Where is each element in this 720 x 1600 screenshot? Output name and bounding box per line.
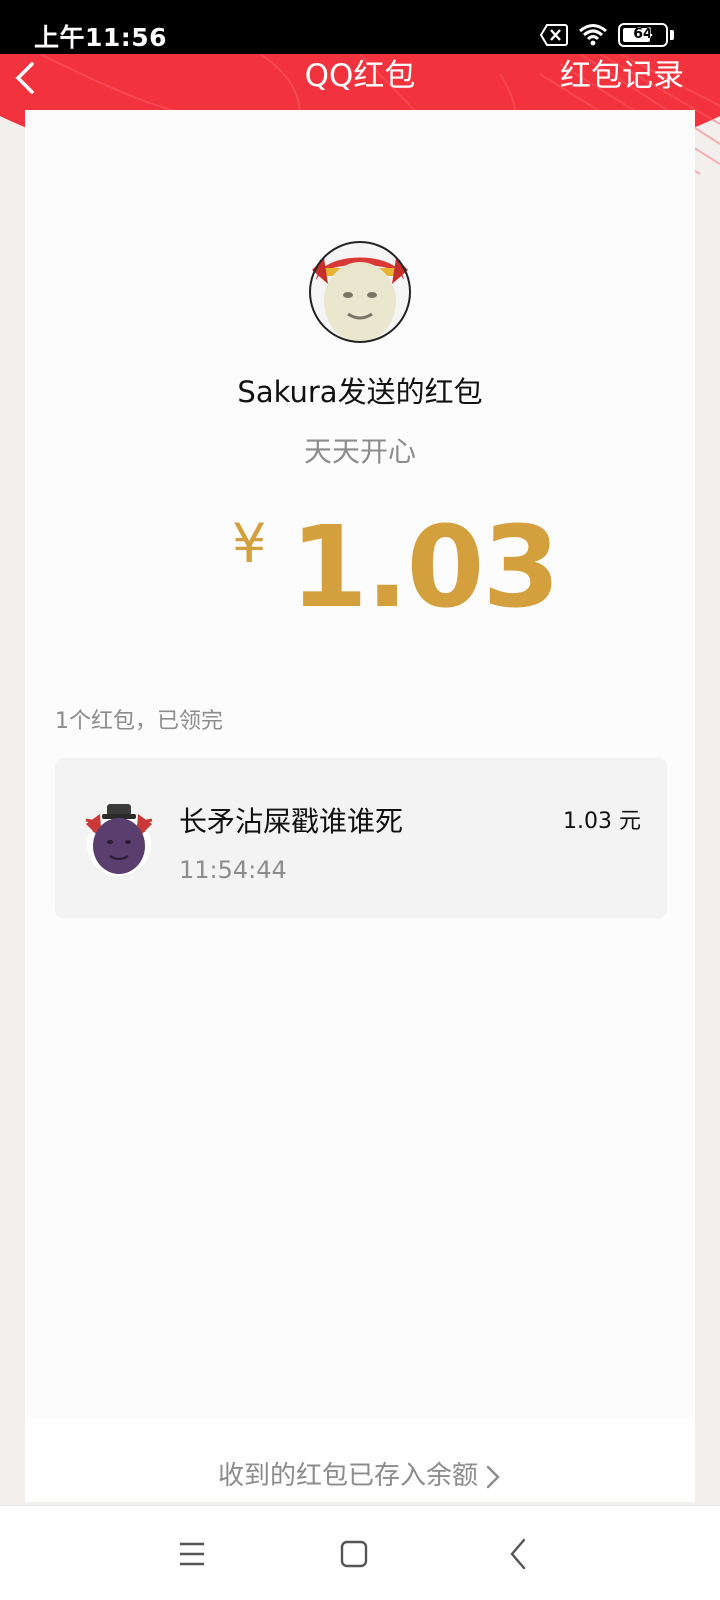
sender-line: Sakura发送的红包 xyxy=(237,375,483,409)
menu-icon xyxy=(180,1542,204,1566)
status-icons: 64 xyxy=(540,20,700,50)
claim-summary: 1个红包，已领完 xyxy=(55,709,223,734)
receiver-avatar xyxy=(85,804,153,876)
back-icon xyxy=(510,1538,526,1570)
battery-percent: 64 xyxy=(633,26,653,42)
balance-link-label: 收到的红包已存入余额 xyxy=(217,1461,478,1491)
wifi-icon xyxy=(579,24,607,46)
sim-off-icon xyxy=(540,24,568,46)
receiver-amount: 1.03 元 xyxy=(563,809,641,834)
packet-wish: 天天开心 xyxy=(303,435,416,468)
battery-icon: 64 xyxy=(618,23,678,47)
currency-symbol: ¥ xyxy=(232,512,267,575)
balance-link[interactable]: 收到的红包已存入余额 xyxy=(0,1458,720,1494)
navigation-bar xyxy=(0,1505,720,1600)
home-icon xyxy=(340,1540,368,1568)
battery-cap xyxy=(670,30,674,40)
packet-amount: 1.03 xyxy=(290,503,560,633)
status-time: 上午11:56 xyxy=(34,23,168,52)
amount-display: ¥ 1.03 xyxy=(0,508,720,628)
home-button[interactable] xyxy=(334,1534,374,1574)
receiver-time: 11:54:44 xyxy=(179,856,287,884)
receiver-name: 长矛沾屎戳谁谁死 xyxy=(179,805,404,838)
chevron-right-icon xyxy=(486,1465,500,1488)
red-packet-record-link[interactable]: 红包记录 xyxy=(560,56,684,96)
menu-button[interactable] xyxy=(172,1534,212,1574)
system-back-button[interactable] xyxy=(498,1534,538,1574)
sender-avatar[interactable] xyxy=(308,240,412,344)
receiver-row[interactable]: 长矛沾屎戳谁谁死 11:54:44 1.03 元 xyxy=(55,758,667,918)
